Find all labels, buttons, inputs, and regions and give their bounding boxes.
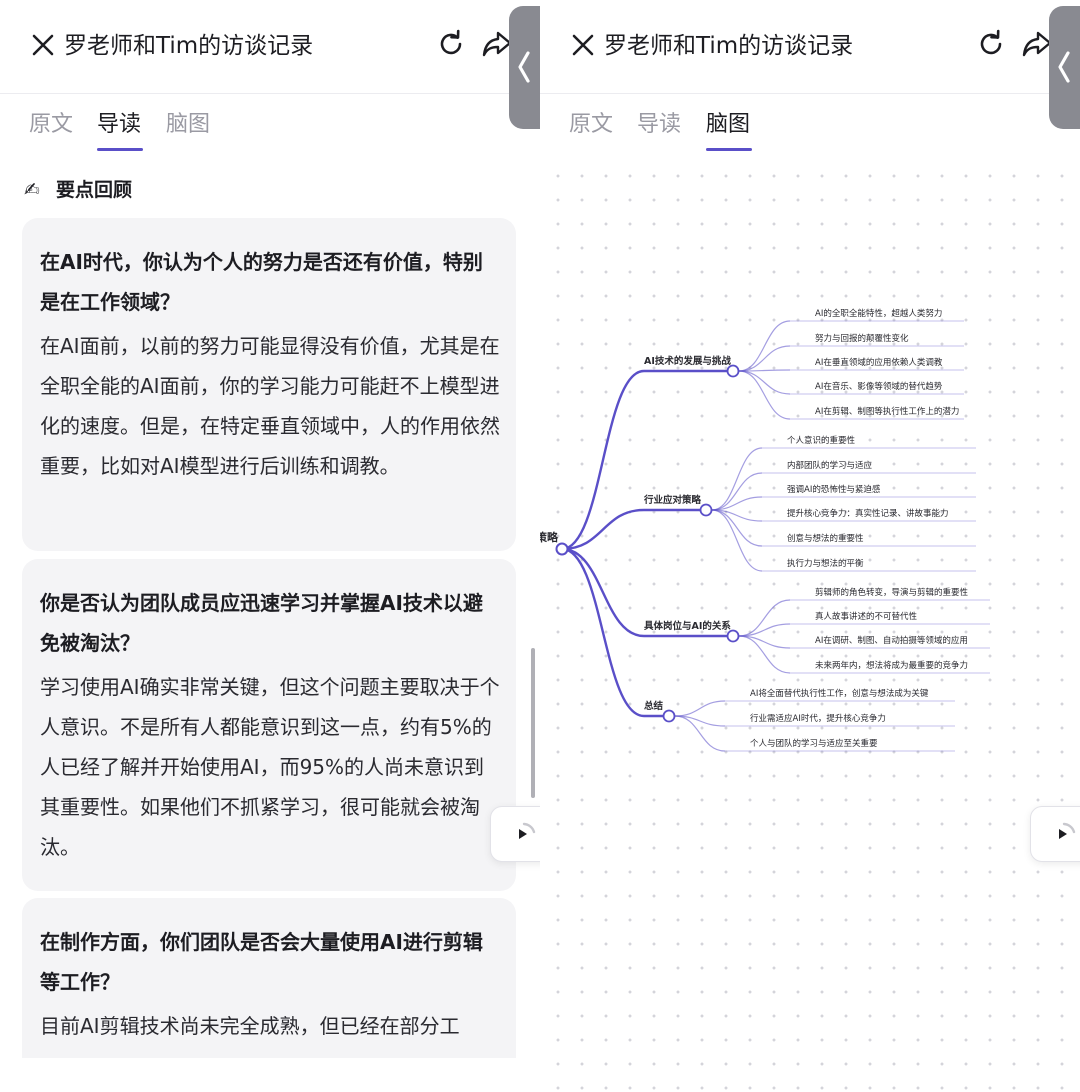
- mindmap-leaf-connector: [738, 370, 791, 395]
- card-question: 你是否认为团队成员应迅速学习并掌握AI技术以避免被淘汰？: [40, 591, 483, 655]
- mindmap-branch-label[interactable]: 总结: [644, 700, 664, 712]
- header: 罗老师和Tim的访谈记录: [0, 0, 540, 94]
- section-heading: ✍ 要点回顾: [24, 176, 132, 204]
- audio-play-button[interactable]: [1030, 806, 1080, 862]
- close-icon[interactable]: [30, 32, 56, 58]
- tab-mindmap[interactable]: 脑图: [706, 110, 750, 140]
- mindmap-leaf-label[interactable]: AI在剪辑、制图等执行性工作上的潜力: [815, 406, 959, 417]
- mindmap-branch-connector: [561, 547, 645, 638]
- chevron-left-icon: [518, 51, 530, 83]
- mindmap-leaf-label[interactable]: 执行力与想法的平衡: [787, 558, 864, 569]
- mindmap-leaf-connector: [738, 320, 791, 372]
- mindmap-leaf-label[interactable]: 强调AI的恐怖性与紧迫感: [787, 484, 881, 495]
- mindmap-branch-label[interactable]: 行业应对策略: [643, 494, 702, 506]
- qa-card[interactable]: 你是否认为团队成员应迅速学习并掌握AI技术以避免被淘汰？ 学习使用AI确实非常关…: [22, 559, 516, 891]
- mindmap-leaf-connector: [738, 370, 791, 420]
- mindmap-root-label[interactable]: 策略: [540, 530, 559, 544]
- mindmap-leaf-connector: [674, 700, 726, 717]
- section-title: 要点回顾: [56, 179, 133, 201]
- mindmap-leaf-label[interactable]: AI在音乐、影像等领域的替代趋势: [815, 381, 943, 392]
- mindmap-branch-label[interactable]: AI技术的发展与挑战: [644, 355, 731, 367]
- mindmap-leaf-label[interactable]: 剪辑师的角色转变，导演与剪辑的重要性: [815, 587, 969, 598]
- tab-guide[interactable]: 导读: [97, 110, 141, 140]
- tab-bar: 原文 导读 脑图: [0, 96, 540, 156]
- mindmap-root-node[interactable]: [555, 542, 569, 556]
- mindmap-leaf-connector: [711, 447, 763, 511]
- mindmap-leaf-label[interactable]: 创意与想法的重要性: [787, 533, 864, 544]
- mindmap-leaf-label[interactable]: AI在垂直领域的应用依赖人类调教: [815, 357, 943, 368]
- mindmap-leaf-label[interactable]: 提升核心竞争力：真实性记录、讲故事能力: [787, 508, 949, 519]
- mindmap-leaf-label[interactable]: 未来两年内，想法将成为最重要的竞争力: [815, 660, 968, 671]
- mindmap-leaf-label[interactable]: AI的全职全能特性，超越人类努力: [815, 308, 942, 319]
- mindmap-leaf-connector: [711, 509, 763, 572]
- mindmap-leaf-label[interactable]: AI将全面替代执行性工作，创意与想法成为关键: [750, 688, 929, 699]
- mindmap-branch-node[interactable]: [699, 503, 713, 517]
- active-tab-indicator: [706, 148, 752, 151]
- card-question: 在制作方面，你们团队是否会大量使用AI进行剪辑等工作？: [40, 930, 483, 994]
- refresh-icon[interactable]: [436, 29, 466, 59]
- card-answer: 在AI面前，以前的努力可能显得没有价值，尤其是在全职全能的AI面前，你的学习能力…: [40, 334, 500, 478]
- tab-mindmap[interactable]: 脑图: [166, 110, 210, 140]
- writing-hand-icon: ✍: [24, 179, 40, 201]
- mindmap-branch-connector: [561, 369, 645, 551]
- page-title: 罗老师和Tim的访谈记录: [64, 33, 314, 59]
- page-title: 罗老师和Tim的访谈记录: [604, 33, 854, 59]
- card-question: 在AI时代，你认为个人的努力是否还有价值，特别是在工作领域？: [40, 250, 483, 314]
- card-answer: 目前AI剪辑技术尚未完全成熟，但已经在部分工: [40, 1014, 460, 1038]
- collapse-handle[interactable]: [1049, 6, 1080, 129]
- play-icon: [519, 822, 536, 839]
- mindmap-branch-node[interactable]: [662, 709, 676, 723]
- bottom-fade: [0, 1058, 540, 1092]
- mindmap-leaf-connector: [738, 345, 791, 372]
- mindmap-leaf-label[interactable]: 真人故事讲述的不可替代性: [815, 611, 918, 622]
- scrollbar[interactable]: [531, 648, 535, 798]
- mindmap[interactable]: 策略 AI技术的发展与挑战 AI的全职全能特性，超越人类努力努力与回报的颠覆性变化 A…: [540, 158, 1080, 1092]
- mindmap-branch-label[interactable]: 具体岗位与AI的关系: [643, 620, 731, 632]
- play-icon: [1059, 822, 1076, 839]
- mindmap-leaf-label[interactable]: 努力与回报的颠覆性变化: [815, 333, 909, 344]
- refresh-icon[interactable]: [976, 29, 1006, 59]
- header: 罗老师和Tim的访谈记录: [540, 0, 1080, 94]
- tab-guide[interactable]: 导读: [637, 110, 681, 140]
- tab-original[interactable]: 原文: [29, 110, 73, 140]
- mindmap-panel: 罗老师和Tim的访谈记录 原文 导读 脑图 策略 AI技术的发展与挑战 AI的全职全…: [540, 0, 1080, 1092]
- active-tab-indicator: [97, 148, 143, 151]
- mindmap-branch-node[interactable]: [726, 629, 740, 643]
- mindmap-canvas[interactable]: 策略 AI技术的发展与挑战 AI的全职全能特性，超越人类努力 努力与回报的颠覆性变化 A…: [540, 158, 1080, 1092]
- mindmap-leaf-label[interactable]: 内部团队的学习与适应: [787, 460, 873, 471]
- mindmap-leaf-label[interactable]: 行业需适应AI时代，提升核心竞争力: [750, 713, 886, 724]
- audio-play-button[interactable]: [490, 806, 540, 862]
- mindmap-leaf-label[interactable]: 个人与团队的学习与适应至关重要: [750, 738, 878, 749]
- mindmap-leaf-label[interactable]: AI在调研、制图、自动拍摄等领域的应用: [815, 635, 968, 646]
- close-icon[interactable]: [570, 32, 596, 58]
- mindmap-leaf-label[interactable]: 个人意识的重要性: [787, 435, 856, 446]
- chevron-left-icon: [1058, 51, 1070, 83]
- mindmap-branch-node[interactable]: [726, 364, 740, 378]
- reading-guide-panel: 罗老师和Tim的访谈记录 原文 导读 脑图 ✍ 要点回顾 在AI时代，你认为个人的…: [0, 0, 540, 1092]
- tab-bar: 原文 导读 脑图: [540, 96, 1080, 156]
- qa-card[interactable]: 在AI时代，你认为个人的努力是否还有价值，特别是在工作领域？ 在AI面前，以前的…: [22, 218, 516, 551]
- card-answer: 学习使用AI确实非常关键，但这个问题主要取决于个人意识。不是所有人都能意识到这一…: [40, 675, 500, 859]
- tab-original[interactable]: 原文: [569, 110, 613, 140]
